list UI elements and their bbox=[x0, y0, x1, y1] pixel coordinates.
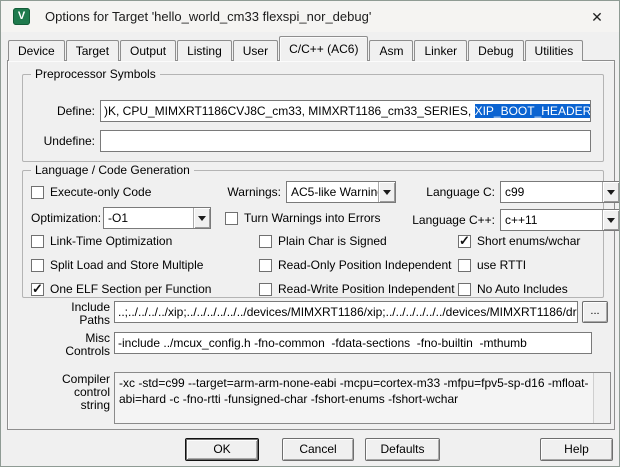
compiler-control-string-box[interactable]: -xc -std=c99 --target=arm-arm-none-eabi … bbox=[114, 372, 611, 424]
scrollbar[interactable] bbox=[593, 373, 610, 423]
checkbox-one-elf-section[interactable]: One ELF Section per Function bbox=[31, 282, 211, 296]
chevron-down-icon[interactable] bbox=[602, 182, 619, 202]
chevron-down-icon[interactable] bbox=[602, 210, 619, 230]
warnings-dropdown[interactable]: AC5-like Warnings bbox=[286, 181, 396, 203]
undefine-input[interactable] bbox=[100, 130, 591, 152]
no-auto-includes-checkbox[interactable] bbox=[458, 283, 471, 296]
language-c-label: Language C: bbox=[417, 181, 495, 203]
execute-only-code-label: Execute-only Code bbox=[50, 185, 151, 199]
turn-warnings-label: Turn Warnings into Errors bbox=[244, 211, 380, 225]
include-paths-browse-button[interactable]: ... bbox=[582, 301, 608, 323]
uvision-logo-icon: V bbox=[13, 8, 30, 25]
tab-target[interactable]: Target bbox=[66, 40, 119, 61]
language-codegen-group-label: Language / Code Generation bbox=[31, 163, 194, 177]
tab-debug[interactable]: Debug bbox=[468, 40, 523, 61]
define-value-selected: XIP_BOOT_HEADER_ENABLE=1 bbox=[475, 104, 591, 118]
compiler-control-string-label: Compiler control string bbox=[48, 373, 110, 412]
preprocessor-symbols-group: Preprocessor Symbols Define: )K, CPU_MIM… bbox=[22, 74, 604, 162]
language-cpp-dropdown[interactable]: c++11 bbox=[500, 209, 620, 231]
use-rtti-checkbox[interactable] bbox=[458, 259, 471, 272]
help-button[interactable]: Help bbox=[540, 438, 613, 461]
tab-page-c-cpp: Preprocessor Symbols Define: )K, CPU_MIM… bbox=[7, 60, 615, 430]
define-label: Define: bbox=[33, 100, 95, 122]
chevron-down-icon[interactable] bbox=[193, 208, 210, 228]
checkbox-execute-only-code[interactable]: Execute-only Code bbox=[31, 185, 151, 199]
define-value: )K, CPU_MIMXRT1186CVJ8C_cm33, MIMXRT1186… bbox=[104, 104, 475, 118]
undefine-label: Undefine: bbox=[33, 130, 95, 152]
split-load-label: Split Load and Store Multiple bbox=[50, 258, 203, 272]
tab-c-cpp-ac6[interactable]: C/C++ (AC6) bbox=[279, 36, 368, 61]
checkbox-split-load-store[interactable]: Split Load and Store Multiple bbox=[31, 258, 203, 272]
split-load-checkbox[interactable] bbox=[31, 259, 44, 272]
compiler-control-string-value: -xc -std=c99 --target=arm-arm-none-eabi … bbox=[115, 373, 593, 423]
include-paths-input[interactable]: ..;../../../../xip;../../../../../../dev… bbox=[114, 301, 578, 323]
preprocessor-symbols-group-label: Preprocessor Symbols bbox=[31, 67, 160, 81]
tab-utilities[interactable]: Utilities bbox=[525, 40, 584, 61]
plain-char-label: Plain Char is Signed bbox=[278, 234, 387, 248]
include-paths-label: Include Paths bbox=[52, 301, 110, 327]
defaults-button[interactable]: Defaults bbox=[365, 438, 440, 461]
read-only-pi-label: Read-Only Position Independent bbox=[278, 258, 451, 272]
misc-controls-input[interactable]: -include ../mcux_config.h -fno-common -f… bbox=[114, 332, 592, 354]
execute-only-code-checkbox[interactable] bbox=[31, 186, 44, 199]
language-codegen-group: Language / Code Generation Execute-only … bbox=[22, 170, 604, 298]
language-cpp-value: c++11 bbox=[501, 210, 602, 230]
link-time-label: Link-Time Optimization bbox=[50, 234, 172, 248]
plain-char-checkbox[interactable] bbox=[259, 235, 272, 248]
tab-asm[interactable]: Asm bbox=[369, 40, 413, 61]
close-icon[interactable]: ✕ bbox=[583, 6, 611, 28]
titlebar: V Options for Target 'hello_world_cm33 f… bbox=[1, 1, 619, 32]
cancel-button[interactable]: Cancel bbox=[282, 438, 354, 461]
checkbox-read-write-pi[interactable]: Read-Write Position Independent bbox=[259, 282, 455, 296]
tab-device[interactable]: Device bbox=[8, 40, 65, 61]
checkbox-link-time-optimization[interactable]: Link-Time Optimization bbox=[31, 234, 172, 248]
misc-controls-label: Misc Controls bbox=[52, 332, 110, 358]
optimization-dropdown[interactable]: -O1 bbox=[103, 207, 211, 229]
tab-user[interactable]: User bbox=[233, 40, 278, 61]
turn-warnings-checkbox[interactable] bbox=[225, 212, 238, 225]
optimization-value: -O1 bbox=[104, 208, 193, 228]
optimization-label: Optimization: bbox=[31, 207, 101, 229]
tab-listing[interactable]: Listing bbox=[177, 40, 232, 61]
checkbox-use-rtti[interactable]: use RTTI bbox=[458, 258, 526, 272]
checkbox-turn-warnings-into-errors[interactable]: Turn Warnings into Errors bbox=[225, 211, 380, 225]
tab-linker[interactable]: Linker bbox=[414, 40, 467, 61]
language-c-dropdown[interactable]: c99 bbox=[500, 181, 620, 203]
tab-strip: Device Target Output Listing User C/C++ … bbox=[8, 36, 584, 61]
checkbox-no-auto-includes[interactable]: No Auto Includes bbox=[458, 282, 568, 296]
language-c-value: c99 bbox=[501, 182, 602, 202]
one-elf-label: One ELF Section per Function bbox=[50, 282, 211, 296]
one-elf-checkbox[interactable] bbox=[31, 283, 44, 296]
read-write-pi-label: Read-Write Position Independent bbox=[278, 282, 455, 296]
short-enums-checkbox[interactable] bbox=[458, 235, 471, 248]
warnings-label: Warnings: bbox=[219, 181, 281, 203]
checkbox-plain-char-signed[interactable]: Plain Char is Signed bbox=[259, 234, 387, 248]
ok-button[interactable]: OK bbox=[185, 438, 259, 461]
link-time-checkbox[interactable] bbox=[31, 235, 44, 248]
read-only-pi-checkbox[interactable] bbox=[259, 259, 272, 272]
no-auto-includes-label: No Auto Includes bbox=[477, 282, 568, 296]
chevron-down-icon[interactable] bbox=[378, 182, 395, 202]
checkbox-short-enums-wchar[interactable]: Short enums/wchar bbox=[458, 234, 580, 248]
short-enums-label: Short enums/wchar bbox=[477, 234, 580, 248]
read-write-pi-checkbox[interactable] bbox=[259, 283, 272, 296]
language-cpp-label: Language C++: bbox=[403, 209, 495, 231]
checkbox-read-only-pi[interactable]: Read-Only Position Independent bbox=[259, 258, 451, 272]
warnings-value: AC5-like Warnings bbox=[287, 182, 378, 202]
define-input[interactable]: )K, CPU_MIMXRT1186CVJ8C_cm33, MIMXRT1186… bbox=[100, 100, 591, 122]
options-dialog: V Options for Target 'hello_world_cm33 f… bbox=[0, 0, 620, 467]
use-rtti-label: use RTTI bbox=[477, 258, 526, 272]
tab-output[interactable]: Output bbox=[120, 40, 176, 61]
dialog-title: Options for Target 'hello_world_cm33 fle… bbox=[45, 9, 371, 24]
